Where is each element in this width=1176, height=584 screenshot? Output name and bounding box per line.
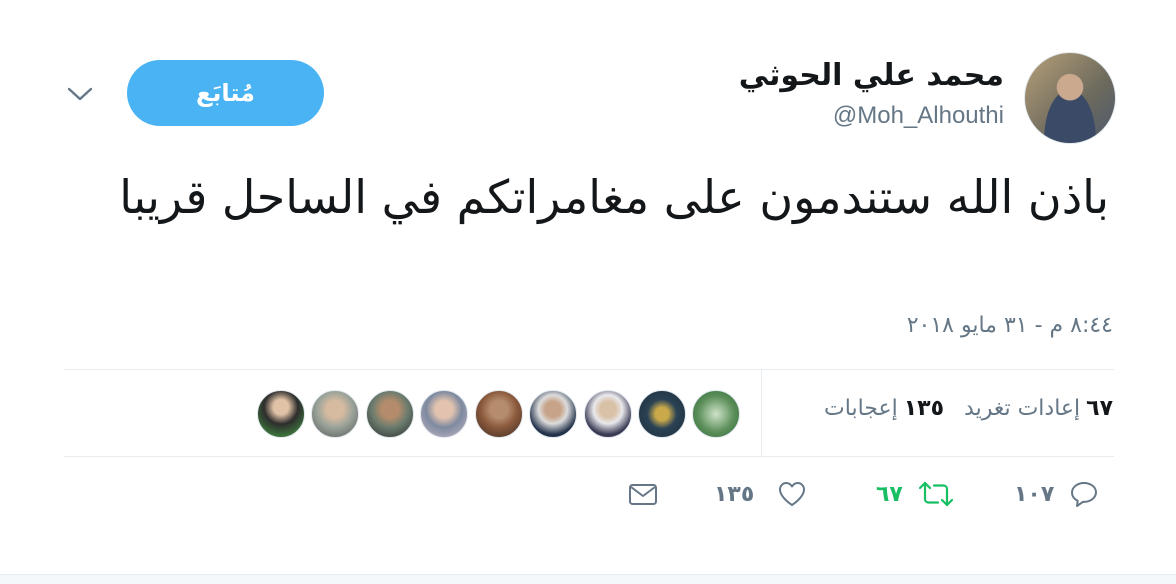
envelope-icon[interactable] <box>627 478 659 510</box>
retweets-stat[interactable]: ٦٧ إعادات تغريد <box>964 396 1113 421</box>
stats-vertical-divider <box>761 370 762 456</box>
liker-avatar[interactable] <box>475 390 523 438</box>
liker-avatar[interactable] <box>529 390 577 438</box>
author-handle[interactable]: @Moh_Alhouthi <box>833 102 1004 130</box>
tweet-timestamp[interactable]: ٨:٤٤ م - ٣١ مايو ٢٠١٨ <box>907 313 1113 338</box>
likes-stat-count: ١٣٥ <box>903 396 945 421</box>
author-avatar[interactable] <box>1024 52 1116 144</box>
retweet-icon[interactable] <box>917 478 955 510</box>
retweets-stat-count: ٦٧ <box>1086 396 1113 421</box>
reply-count: ١٠٧ <box>1014 481 1055 507</box>
retweet-count: ٦٧ <box>876 481 903 507</box>
liker-avatar[interactable] <box>584 390 632 438</box>
author-display-name[interactable]: محمد علي الحوثي <box>739 58 1004 93</box>
reply-icon[interactable] <box>1068 478 1100 510</box>
following-button[interactable]: مُتابَع <box>127 60 324 126</box>
chevron-down-icon[interactable] <box>66 82 94 106</box>
liker-avatar[interactable] <box>366 390 414 438</box>
liker-avatar[interactable] <box>257 390 305 438</box>
like-action[interactable]: ١٣٥ <box>714 478 808 510</box>
tweet-stats: ٦٧ إعادات تغريد ١٣٥ إعجابات <box>804 396 1113 421</box>
stats-top-divider <box>64 369 1114 370</box>
reply-action[interactable]: ١٠٧ <box>1014 478 1100 510</box>
retweet-action[interactable]: ٦٧ <box>876 478 955 510</box>
liker-avatar[interactable] <box>311 390 359 438</box>
liker-avatar[interactable] <box>692 390 740 438</box>
tweet-text: باذن الله ستندمون على مغامراتكم في الساح… <box>119 170 1109 224</box>
heart-icon[interactable] <box>776 478 808 510</box>
like-count: ١٣٥ <box>714 481 755 507</box>
direct-message-action[interactable] <box>627 478 659 510</box>
likes-stat-label: إعجابات <box>824 396 898 421</box>
retweets-stat-label: إعادات تغريد <box>964 396 1081 421</box>
liker-avatar[interactable] <box>420 390 468 438</box>
stats-bottom-divider <box>64 456 1114 457</box>
likes-stat[interactable]: ١٣٥ إعجابات <box>824 396 944 421</box>
liker-avatar[interactable] <box>638 390 686 438</box>
